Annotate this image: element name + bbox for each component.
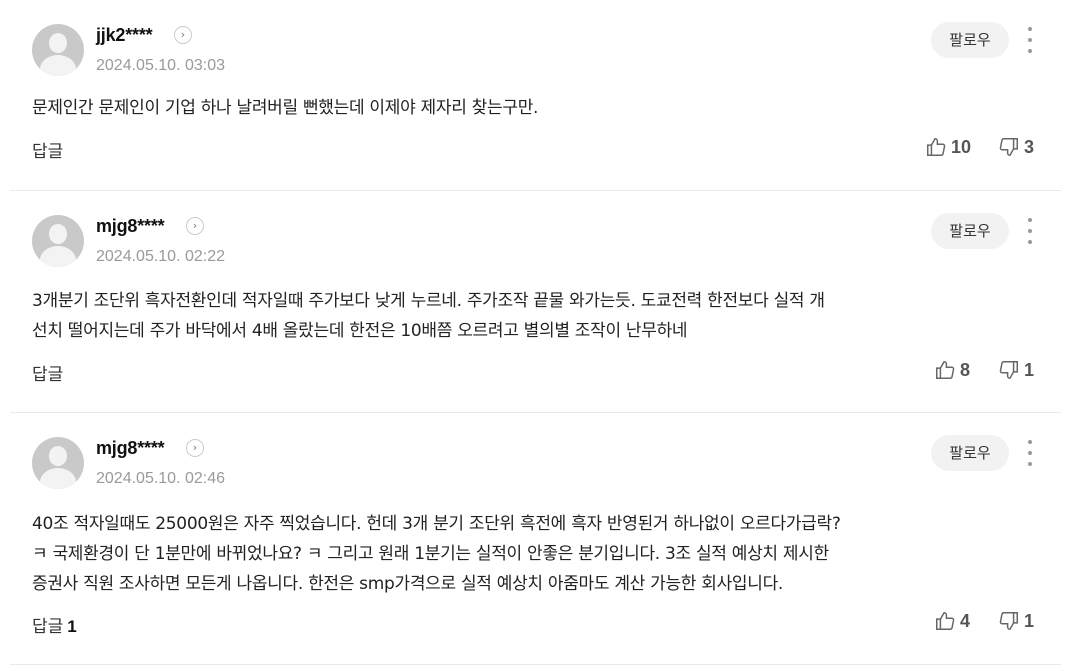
like-button[interactable]: 8 [934,359,970,381]
username[interactable]: jjk2**** [96,25,153,46]
thumbs-up-icon [936,612,955,630]
username[interactable]: mjg8**** [96,438,165,459]
avatar[interactable] [32,437,84,489]
avatar[interactable] [32,215,84,267]
follow-button[interactable]: 팔로우 [931,22,1009,58]
username[interactable]: mjg8**** [96,216,165,237]
comment-text: 3개분기 조단위 흑자전환인데 적자일때 주가보다 낮게 누르네. 주가조작 끝… [32,291,825,341]
dislike-count: 1 [1024,610,1035,631]
like-count: 4 [960,610,971,631]
comment-date: 2024.05.10. 02:22 [96,248,226,265]
dislike-button[interactable]: 1 [998,359,1034,381]
reply-label: 답글 [32,365,64,385]
comment-date: 2024.05.10. 03:03 [96,57,226,74]
follow-button[interactable]: 팔로우 [931,435,1009,471]
more-vertical-icon[interactable] [1020,217,1040,245]
comment-text: 40조 적자일때도 25000원은 자주 찍었습니다. 헌데 3개 분기 조단위… [32,514,841,594]
reply-button[interactable]: 답글 [32,360,67,385]
reply-label: 답글 [32,617,64,637]
thumbs-up-icon [936,361,955,379]
thumbs-down-icon [999,612,1018,630]
reply-count: 1 [67,617,77,636]
dislike-count: 3 [1024,136,1035,157]
reply-button[interactable]: 답글 [32,137,67,162]
thumbs-down-icon [999,361,1018,379]
avatar[interactable] [32,24,84,76]
comment-text: 문제인간 문제인이 기업 하나 날려버릴 뻔했는데 이제야 제자리 찾는구만. [32,98,539,118]
more-vertical-icon[interactable] [1020,26,1040,54]
more-vertical-icon[interactable] [1020,439,1040,467]
chevron-right-icon[interactable]: › [186,439,204,457]
dislike-button[interactable]: 1 [998,610,1034,632]
comment-item: jjk2**** › 2024.05.10. 03:03 팔로우 문제인간 문제… [10,0,1061,191]
comment-item: mjg8**** › 2024.05.10. 02:22 팔로우 3개분기 조단… [10,191,1061,413]
thumbs-down-icon [999,138,1018,156]
like-button[interactable]: 10 [925,136,971,158]
dislike-button[interactable]: 3 [998,136,1034,158]
chevron-right-icon[interactable]: › [174,26,192,44]
thumbs-up-icon [927,138,946,156]
like-count: 10 [951,136,972,157]
reply-label: 답글 [32,142,64,162]
comment-item: mjg8**** › 2024.05.10. 02:46 팔로우 40조 적자일… [10,413,1061,665]
follow-button[interactable]: 팔로우 [931,213,1009,249]
comment-date: 2024.05.10. 02:46 [96,470,226,487]
like-count: 8 [960,359,971,380]
like-button[interactable]: 4 [934,610,970,632]
dislike-count: 1 [1024,359,1035,380]
reply-button[interactable]: 답글 1 [32,612,77,637]
chevron-right-icon[interactable]: › [186,217,204,235]
